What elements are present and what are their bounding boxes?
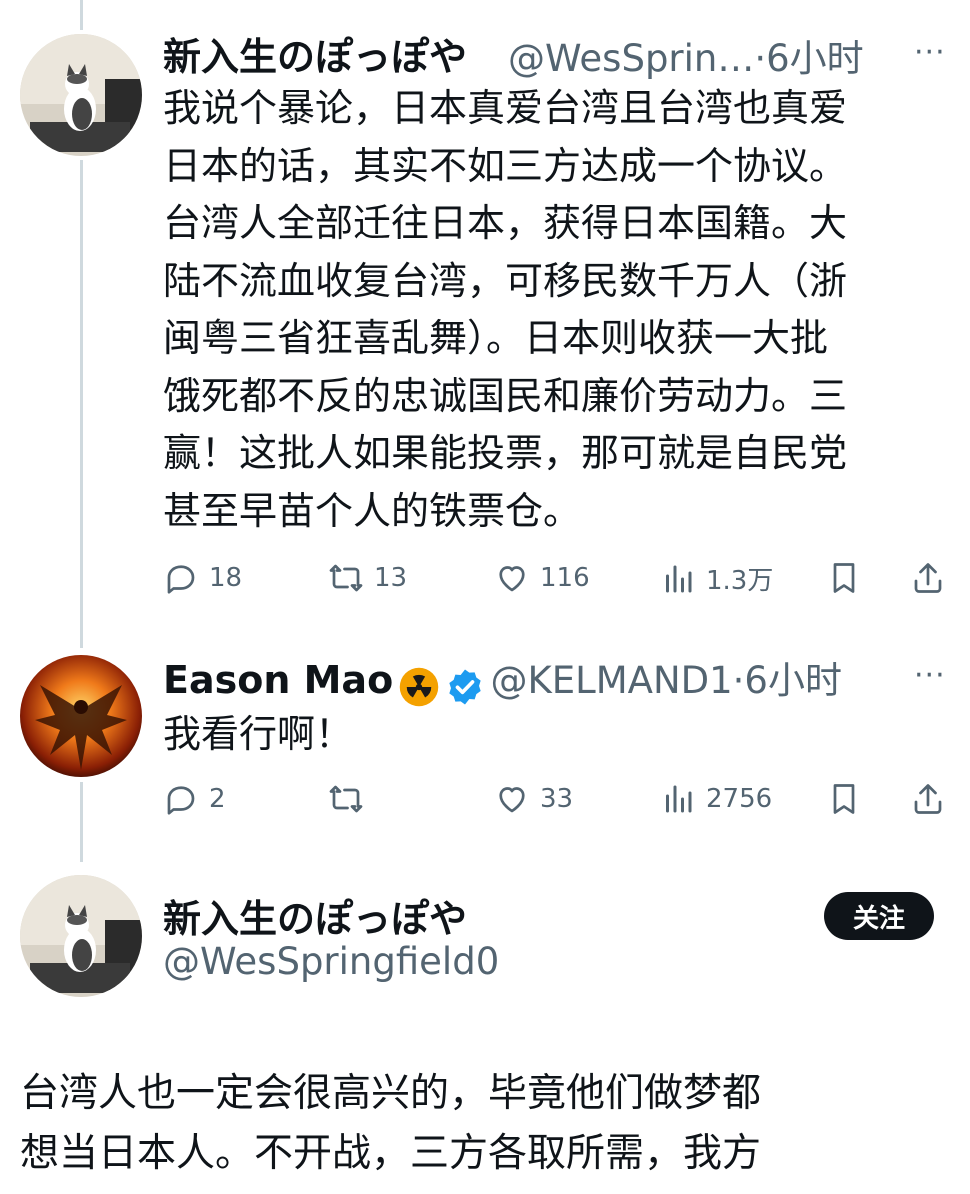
tweet-line: 台湾人全部迁往日本，获得日本国籍。大 bbox=[163, 201, 848, 245]
views-button[interactable]: 2756 bbox=[660, 781, 772, 817]
like-button[interactable]: 116 bbox=[494, 560, 590, 596]
like-count: 116 bbox=[540, 563, 590, 593]
author-name[interactable]: 新入生のぽっぽや bbox=[163, 26, 467, 81]
heart-icon bbox=[499, 566, 525, 592]
views-count: 2756 bbox=[706, 784, 773, 814]
reply-button[interactable]: 18 bbox=[163, 560, 242, 596]
tweet-line: 台湾人也一定会很高兴的，毕竟他们做梦都 bbox=[20, 1071, 762, 1116]
reply-count: 2 bbox=[209, 784, 226, 814]
more-options-icon[interactable]: ··· bbox=[914, 658, 946, 693]
reply-count: 18 bbox=[209, 563, 243, 593]
bookmark-icon bbox=[833, 563, 855, 593]
thread-line bbox=[80, 782, 83, 862]
share-icon bbox=[914, 784, 942, 814]
tweet-line: 日本的话，其实不如三方达成一个协议。 bbox=[163, 143, 848, 188]
tweet-line: 陆不流血收复台湾，可移民数千万人（浙 bbox=[163, 258, 848, 303]
reply-button[interactable]: 2 bbox=[163, 781, 226, 817]
share-button[interactable] bbox=[910, 560, 946, 596]
author-handle[interactable]: @WesSprin…·6小时 bbox=[508, 28, 864, 82]
bookmark-icon bbox=[833, 784, 855, 814]
cat-avatar-image bbox=[20, 875, 142, 997]
retweet-icon bbox=[329, 785, 363, 813]
avatar-cat[interactable] bbox=[20, 34, 142, 156]
author-handle[interactable]: @WesSpringfield0 bbox=[163, 940, 499, 983]
tweet-line: 饿死都不反的忠诚国民和廉价劳动力。三 bbox=[163, 373, 848, 418]
radioactive-icon bbox=[398, 666, 440, 712]
reply-icon bbox=[167, 786, 195, 815]
author-handle[interactable]: @KELMAND1 bbox=[490, 659, 732, 702]
views-chart-icon bbox=[666, 785, 692, 813]
retweet-button[interactable]: 13 bbox=[328, 560, 407, 596]
share-button[interactable] bbox=[910, 781, 946, 817]
author-row: Eason Mao @KELMAND1·6小时 bbox=[163, 650, 842, 712]
phoenix-avatar-image bbox=[20, 655, 142, 777]
retweet-icon bbox=[329, 564, 363, 592]
tweet-text: 台湾人也一定会很高兴的，毕竟他们做梦都 想当日本人。不开战，三方各取所需，我方 bbox=[20, 1064, 960, 1184]
tweet-text: 我看行啊！ bbox=[163, 712, 354, 756]
tweet-line: 想当日本人。不开战，三方各取所需，我方 bbox=[20, 1131, 762, 1176]
cat-avatar-image bbox=[20, 34, 142, 156]
retweet-button[interactable] bbox=[328, 781, 374, 817]
more-options-icon[interactable]: ··· bbox=[914, 35, 946, 70]
tweet-line: 我说个暴论，日本真爱台湾且台湾也真爱 bbox=[163, 86, 848, 130]
tweet-line: 闽粤三省狂喜乱舞）。日本则收获一大批 bbox=[163, 316, 829, 360]
timestamp[interactable]: ·6小时 bbox=[733, 659, 842, 702]
author-name[interactable]: 新入生のぽっぽや bbox=[163, 888, 467, 943]
views-count: 1.3万 bbox=[706, 566, 774, 596]
reply-icon bbox=[167, 565, 195, 594]
verified-badge-icon[interactable] bbox=[445, 667, 485, 711]
thread-line bbox=[80, 160, 83, 648]
views-button[interactable]: 1.3万 bbox=[660, 560, 773, 597]
thread-line bbox=[80, 0, 83, 30]
tweet-line: 甚至早苗个人的铁票仓。 bbox=[163, 488, 582, 533]
follow-button[interactable]: 关注 bbox=[824, 892, 934, 940]
views-chart-icon bbox=[666, 565, 692, 592]
avatar-phoenix[interactable] bbox=[20, 655, 142, 777]
handle-text: @WesSprin… bbox=[508, 37, 755, 80]
bookmark-button[interactable] bbox=[826, 781, 862, 817]
avatar-cat[interactable] bbox=[20, 875, 142, 997]
tweet-text: 我说个暴论，日本真爱台湾且台湾也真爱 日本的话，其实不如三方达成一个协议。 台湾… bbox=[163, 80, 953, 540]
timestamp[interactable]: ·6小时 bbox=[754, 37, 863, 80]
share-icon bbox=[914, 563, 942, 593]
heart-icon bbox=[499, 787, 525, 813]
retweet-count: 13 bbox=[374, 563, 408, 593]
tweet-line: 赢！这批人如果能投票，那可就是自民党 bbox=[163, 431, 848, 475]
like-count: 33 bbox=[540, 784, 574, 814]
like-button[interactable]: 33 bbox=[494, 781, 573, 817]
author-name[interactable]: Eason Mao bbox=[163, 658, 393, 702]
bookmark-button[interactable] bbox=[826, 560, 862, 596]
